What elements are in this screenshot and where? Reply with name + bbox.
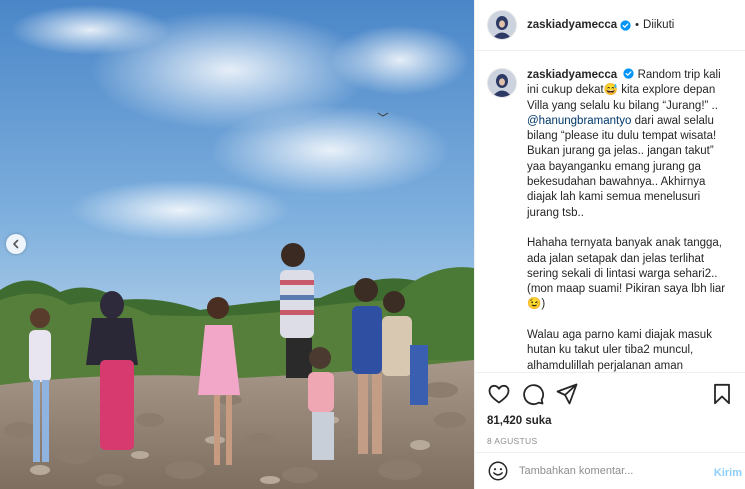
caption-line-1b: dari awal selalu bilang “please itu dulu… xyxy=(527,114,717,219)
caption-comment: zaskiadyamecca Random trip kali ini cuku… xyxy=(487,68,734,372)
prev-photo-button[interactable] xyxy=(6,234,26,254)
bookmark-icon[interactable] xyxy=(710,382,734,406)
comment-box: Kirim xyxy=(475,452,745,489)
post-sidebar: zaskiadyamecca • Diikuti zaskiadyamecca xyxy=(474,0,745,489)
share-icon[interactable] xyxy=(555,382,579,406)
header-username[interactable]: zaskiadyamecca xyxy=(527,19,617,31)
caption-paragraph-3: Walau aga parno kami diajak masuk hutan … xyxy=(527,329,712,372)
send-button[interactable]: Kirim xyxy=(714,467,742,479)
profile-picture xyxy=(488,11,516,39)
smiley-icon[interactable] xyxy=(487,460,509,482)
comment-icon[interactable] xyxy=(521,382,545,406)
verified-badge-icon xyxy=(620,19,631,31)
avatar[interactable] xyxy=(487,10,517,40)
mention-link[interactable]: @hanungbramantyo xyxy=(527,115,631,127)
post-photo[interactable] xyxy=(0,0,474,489)
post-actions: 81,420 suka 8 AGUSTUS xyxy=(475,372,745,446)
heart-icon[interactable] xyxy=(487,382,511,406)
post-date[interactable]: 8 AGUSTUS xyxy=(487,436,734,446)
following-button[interactable]: Diikuti xyxy=(643,19,674,31)
post-header: zaskiadyamecca • Diikuti xyxy=(475,0,745,51)
family-photo-image xyxy=(0,0,474,489)
caption-avatar[interactable] xyxy=(487,68,517,98)
chevron-left-icon xyxy=(13,239,19,249)
action-icons xyxy=(487,381,734,407)
comment-input[interactable] xyxy=(519,465,699,477)
caption-paragraph-2: Hahaha ternyata banyak anak tangga, ada … xyxy=(527,237,726,311)
caption-username[interactable]: zaskiadyamecca xyxy=(527,69,617,81)
caption-text: zaskiadyamecca Random trip kali ini cuku… xyxy=(527,68,734,372)
profile-picture xyxy=(488,69,516,97)
header-separator: • xyxy=(635,19,640,31)
likes-count[interactable]: 81,420 suka xyxy=(487,415,734,427)
verified-badge-icon xyxy=(623,68,634,79)
caption-area: zaskiadyamecca Random trip kali ini cuku… xyxy=(475,51,745,372)
